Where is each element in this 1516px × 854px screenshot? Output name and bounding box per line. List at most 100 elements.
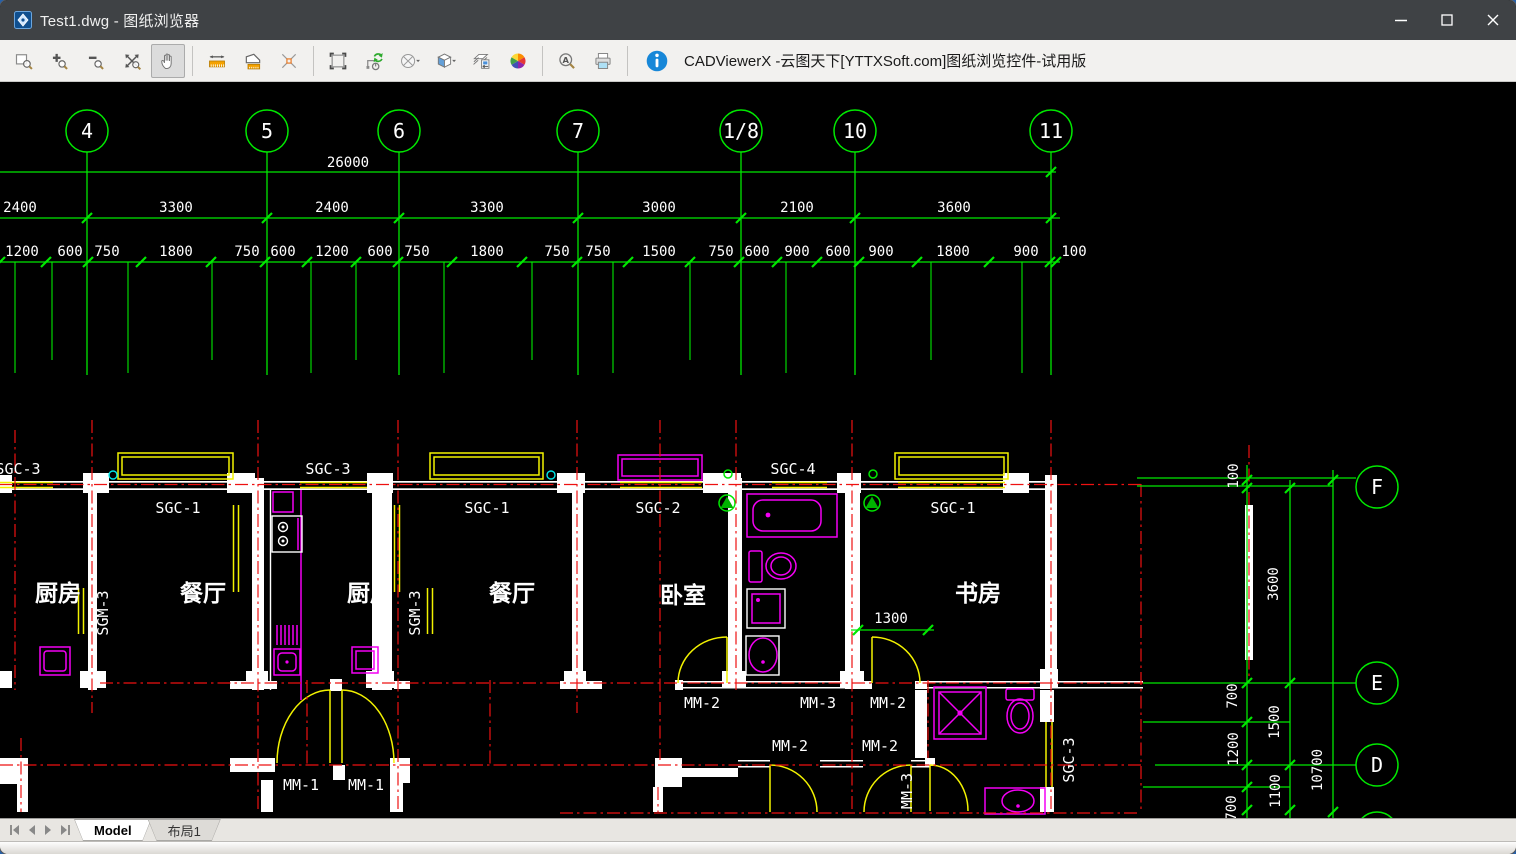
grid-bubble-label: E — [1371, 671, 1383, 695]
status-strip — [0, 841, 1516, 854]
tab-model[interactable]: Model — [74, 819, 152, 841]
dimension-label: 3000 — [642, 200, 676, 216]
dimension-label: 750 — [404, 244, 429, 260]
component-tag: SGC-2 — [635, 499, 680, 517]
tab-layout1[interactable]: 布局1 — [148, 819, 221, 841]
zoom-extents-icon — [122, 48, 142, 74]
cad-drawing[interactable]: 2600045671/81011240033002400330030002100… — [0, 82, 1516, 818]
pan-button[interactable] — [151, 44, 185, 78]
first-sheet-button[interactable] — [6, 821, 23, 839]
view-orientation-icon — [400, 48, 420, 74]
dimension-label: 600 — [367, 244, 392, 260]
close-button[interactable] — [1470, 0, 1516, 40]
component-tag: MM-2 — [870, 694, 906, 712]
dimension-label: 1500 — [1267, 705, 1283, 739]
dimension-lines — [0, 172, 1398, 818]
zoom-out-button[interactable] — [79, 44, 113, 78]
component-tag: SGC-3 — [1060, 737, 1078, 782]
minimize-button[interactable] — [1378, 0, 1424, 40]
room-label: 厨房 — [35, 580, 81, 607]
dimension-label: 2100 — [780, 200, 814, 216]
toolbar-separator — [192, 46, 193, 76]
measure-distance-button[interactable] — [200, 44, 234, 78]
component-tag: MM-2 — [862, 737, 898, 755]
marker-circle-cyan — [109, 471, 117, 479]
toolbar-separator — [542, 46, 543, 76]
snap-point-icon — [279, 48, 299, 74]
marker-circle-green — [869, 470, 877, 478]
grid-bubble-label: 5 — [261, 119, 273, 143]
sheet-tab-bar: Model 布局1 — [0, 818, 1516, 854]
zoom-out-icon — [86, 48, 106, 74]
component-tag: MM-3 — [800, 694, 836, 712]
sheet-nav — [0, 819, 78, 841]
maximize-button[interactable] — [1424, 0, 1470, 40]
brand-text: CADViewerX -云图天下[YTTXSoft.com]图纸浏览控件-试用版 — [684, 50, 1086, 71]
dimension-label: 1800 — [159, 244, 193, 260]
measure-distance-icon — [207, 48, 227, 74]
dimension-label: 600 — [270, 244, 295, 260]
svg-text:A: A — [563, 55, 570, 65]
dimension-label: 3300 — [470, 200, 504, 216]
last-sheet-button[interactable] — [57, 821, 74, 839]
dimension-label: 600 — [825, 244, 850, 260]
dimension-label: 900 — [1013, 244, 1038, 260]
grid-bubble-label: D — [1371, 753, 1383, 777]
dimension-label: 1200 — [1226, 732, 1242, 766]
dimension-label: 3300 — [159, 200, 193, 216]
find-text-button[interactable]: A — [550, 44, 584, 78]
measure-area-icon — [243, 48, 263, 74]
dimension-label: 700 — [1224, 795, 1240, 818]
layers-button[interactable] — [465, 44, 499, 78]
component-tag: MM-1 — [348, 776, 384, 794]
component-tag: MM-3 — [898, 773, 916, 809]
layers-icon — [472, 48, 492, 74]
zoom-extents-button[interactable] — [115, 44, 149, 78]
component-tag: MM-2 — [772, 737, 808, 755]
dimension-label: 1200 — [315, 244, 349, 260]
dimension-label: 1800 — [936, 244, 970, 260]
previous-sheet-button[interactable] — [23, 821, 40, 839]
dimension-label: 10700 — [1310, 749, 1326, 791]
main-toolbar: A CADViewerX -云图天下[YTTXSoft.com]图纸浏览控件-试… — [0, 40, 1516, 82]
pan-hand-icon — [158, 48, 178, 74]
grid-bubble-label: 7 — [572, 119, 584, 143]
print-button[interactable] — [586, 44, 620, 78]
dimension-label: 900 — [868, 244, 893, 260]
marker-circle-cyan — [547, 471, 555, 479]
visual-style-button[interactable] — [429, 44, 463, 78]
dimension-label: 3600 — [937, 200, 971, 216]
view-orientation-button[interactable] — [393, 44, 427, 78]
find-text-icon: A — [557, 48, 577, 74]
zoom-in-button[interactable] — [43, 44, 77, 78]
refresh-view-icon — [364, 48, 384, 74]
app-window: Test1.dwg - 图纸浏览器 — [0, 0, 1516, 854]
snap-point-button[interactable] — [272, 44, 306, 78]
dimension-label: 750 — [544, 244, 569, 260]
component-tag: SGC-1 — [930, 499, 975, 517]
measure-area-button[interactable] — [236, 44, 270, 78]
drawing-canvas[interactable]: 2600045671/81011240033002400330030002100… — [0, 82, 1516, 818]
dimension-label: 1500 — [642, 244, 676, 260]
dimension-label: 600 — [744, 244, 769, 260]
grid-bubble-label: 11 — [1039, 119, 1063, 143]
component-tag: MM-2 — [684, 694, 720, 712]
tab-model-label: Model — [90, 823, 136, 838]
app-icon — [14, 11, 32, 29]
fit-view-button[interactable] — [321, 44, 355, 78]
print-icon — [593, 48, 613, 74]
window-title: Test1.dwg - 图纸浏览器 — [40, 10, 199, 31]
grid-bubble-label: 4 — [81, 119, 93, 143]
room-label: 餐厅 — [489, 581, 535, 607]
fit-view-icon — [328, 48, 348, 74]
next-sheet-button[interactable] — [40, 821, 57, 839]
zoom-window-icon — [14, 48, 34, 74]
info-icon — [644, 48, 670, 74]
dimension-label: 100 — [1226, 463, 1242, 488]
component-tag: SGC-1 — [464, 499, 509, 517]
dimension-label: 100 — [1061, 244, 1086, 260]
dimension-label: 2400 — [3, 200, 37, 216]
colors-button[interactable] — [501, 44, 535, 78]
refresh-view-button[interactable] — [357, 44, 391, 78]
zoom-window-button[interactable] — [7, 44, 41, 78]
